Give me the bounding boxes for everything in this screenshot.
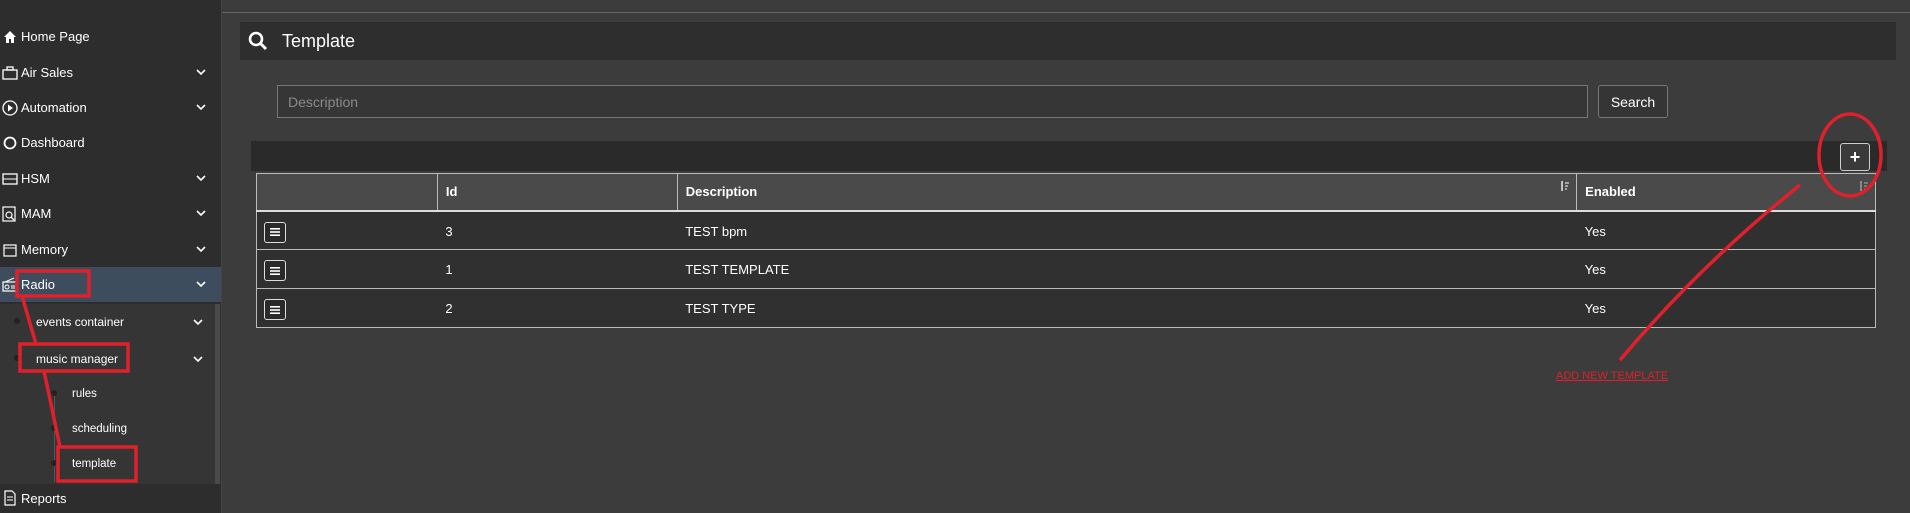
document-icon (0, 488, 20, 508)
row-actions-cell (256, 210, 438, 250)
column-header-label: Enabled (1585, 184, 1636, 200)
radio-icon (0, 275, 20, 295)
page-header: Template (240, 22, 1896, 60)
column-header-actions (256, 173, 438, 212)
menu-icon (270, 228, 280, 236)
search-button[interactable]: Search (1598, 85, 1668, 118)
column-header-label: Description (685, 184, 758, 200)
sidebar-scrollbar[interactable] (215, 304, 220, 484)
add-template-button[interactable]: + (1840, 143, 1870, 171)
cell-description: TEST TYPE (677, 288, 1577, 328)
table-row[interactable]: 3 TEST bpm Yes (256, 210, 1876, 250)
sort-icon[interactable] (1560, 180, 1570, 192)
table-toolbar (251, 141, 1887, 171)
sidebar-item-label: Dashboard (21, 135, 85, 150)
play-circle-icon (0, 98, 20, 118)
table-row[interactable]: 1 TEST TEMPLATE Yes (256, 249, 1876, 289)
sidebar-item-label: HSM (21, 171, 50, 186)
sidebar-subitem-label: template (72, 457, 117, 470)
column-header-description[interactable]: Description (676, 173, 1578, 212)
bullet-dot-icon (51, 390, 57, 396)
home-icon (0, 27, 20, 47)
sidebar-subitem-template[interactable]: template (0, 446, 215, 481)
annotation-label: ADD NEW TEMPLATE (1556, 370, 1669, 382)
table-header-row: Id Description Enabled (256, 173, 1876, 212)
sidebar-subitem-scheduling[interactable]: scheduling (0, 411, 215, 446)
memory-icon (0, 240, 20, 260)
circle-icon (0, 133, 20, 153)
cell-enabled: Yes (1576, 249, 1876, 289)
server-icon (0, 169, 20, 189)
chevron-down-icon (196, 69, 206, 76)
column-header-id[interactable]: Id (436, 173, 678, 212)
sidebar-subitem-events-container[interactable]: events container (0, 304, 215, 339)
sidebar-item-automation[interactable]: Automation (0, 90, 221, 125)
sidebar-item-label: MAM (21, 206, 52, 221)
sidebar-subitem-label: events container (36, 314, 125, 329)
sidebar-subitem-music-manager[interactable]: music manager (0, 341, 215, 376)
sidebar-item-hsm[interactable]: HSM (0, 161, 221, 196)
sidebar-item-memory[interactable]: Memory (0, 232, 221, 267)
sidebar-item-dashboard[interactable]: Dashboard (0, 125, 221, 160)
chevron-down-icon (193, 356, 203, 363)
sidebar-subitem-rules[interactable]: rules (0, 376, 215, 411)
sidebar: Home Page Air Sales Automation Dashboard… (0, 0, 222, 513)
chevron-down-icon (196, 210, 206, 217)
cell-id: 1 (437, 249, 678, 289)
chevron-down-icon (196, 281, 206, 288)
cell-description: TEST TEMPLATE (677, 249, 1577, 289)
bullet-dot-icon (14, 355, 20, 361)
sidebar-item-label: Air Sales (21, 65, 74, 80)
bullet-dot-icon (51, 460, 57, 466)
sidebar-item-mam[interactable]: MAM (0, 196, 221, 231)
sidebar-item-label: Memory (21, 242, 68, 257)
bullet-dot-icon (14, 318, 20, 324)
cell-enabled: Yes (1576, 288, 1876, 328)
briefcase-icon (0, 63, 20, 83)
chevron-down-icon (196, 104, 206, 111)
sidebar-item-air-sales[interactable]: Air Sales (0, 55, 221, 90)
column-header-enabled[interactable]: Enabled (1576, 173, 1876, 212)
row-menu-button[interactable] (264, 260, 286, 281)
cell-description: TEST bpm (677, 210, 1577, 250)
search-icon (248, 31, 268, 51)
sidebar-item-label: Radio (21, 277, 55, 292)
bullet-dot-icon (51, 425, 57, 431)
sidebar-item-label: Automation (21, 100, 87, 115)
sidebar-item-label: Home Page (21, 29, 90, 44)
sidebar-subitem-label: rules (72, 387, 97, 400)
chevron-down-icon (196, 246, 206, 253)
row-actions-cell (256, 249, 438, 289)
sidebar-item-home-page[interactable]: Home Page (0, 19, 221, 54)
cell-id: 2 (437, 288, 678, 328)
description-search-input[interactable] (277, 85, 1588, 118)
media-search-icon (0, 204, 20, 224)
cell-id: 3 (437, 210, 678, 250)
menu-icon (270, 266, 280, 275)
row-menu-button[interactable] (264, 221, 286, 243)
sidebar-subitem-label: scheduling (72, 422, 127, 435)
sort-icon[interactable] (1859, 180, 1869, 192)
menu-icon (270, 305, 280, 314)
template-table: Id Description Enabled 3 TEST bpm Yes 1 … (256, 173, 1876, 328)
row-menu-button[interactable] (264, 299, 286, 320)
chevron-down-icon (193, 319, 203, 326)
sidebar-item-label: Reports (21, 490, 67, 506)
page-title: Template (282, 30, 356, 51)
topbar-divider (222, 12, 1910, 13)
row-actions-cell (256, 288, 438, 328)
chevron-down-icon (196, 175, 206, 182)
table-row[interactable]: 2 TEST TYPE Yes (256, 288, 1876, 328)
sidebar-item-radio[interactable]: Radio (0, 267, 221, 302)
sidebar-item-reports[interactable]: Reports (0, 482, 221, 513)
cell-enabled: Yes (1576, 210, 1876, 250)
sidebar-subitem-label: music manager (36, 351, 119, 366)
